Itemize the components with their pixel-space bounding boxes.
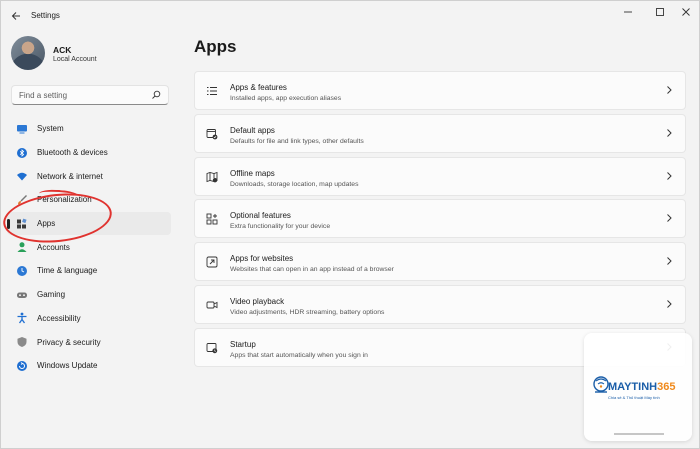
chevron-right-icon [665, 256, 673, 268]
apps-icon [16, 218, 28, 230]
sidebar-item-label: Personalization [37, 195, 92, 205]
watermark-brand-a: MAYTINH [608, 381, 658, 393]
card-title: Startup [230, 339, 256, 349]
controller-icon [16, 289, 28, 301]
watermark-brand: MAYTINH365 [608, 381, 675, 393]
sidebar-item-apps[interactable]: Apps [7, 211, 171, 236]
search-icon[interactable] [151, 90, 161, 102]
default-apps-icon [205, 127, 219, 141]
chevron-right-icon [665, 128, 673, 140]
sidebar-item-label: Accounts [37, 242, 70, 252]
sidebar-item-gaming[interactable]: Gaming [7, 283, 171, 307]
close-icon [682, 8, 690, 16]
sidebar-item-label: Windows Update [37, 361, 98, 371]
card-description: Extra functionality for your device [230, 223, 331, 231]
account-type: Local Account [53, 56, 97, 63]
card-offline-maps[interactable]: Offline maps Downloads, storage location… [194, 156, 686, 196]
accessibility-icon [16, 312, 28, 324]
grid-plus-icon [205, 212, 219, 226]
settings-window: Settings ACK Local Account System [0, 0, 700, 449]
sidebar-item-label: Gaming [37, 290, 66, 300]
sidebar-item-accessibility[interactable]: Accessibility [7, 307, 171, 331]
search-input[interactable] [19, 90, 149, 100]
card-description: Defaults for file and link types, other … [230, 137, 364, 145]
sidebar-nav: System Bluetooth & devices Network & int… [7, 117, 171, 378]
page-title: Apps [194, 37, 237, 56]
shield-icon [16, 336, 28, 348]
update-icon [16, 360, 28, 372]
chevron-right-icon [665, 213, 673, 225]
card-default-apps[interactable]: Default apps Defaults for file and link … [194, 113, 686, 153]
user-name: ACK [53, 45, 72, 55]
brush-icon [16, 194, 28, 206]
sidebar-item-label: System [37, 124, 64, 134]
search-box[interactable] [11, 85, 169, 105]
chevron-right-icon [665, 85, 673, 97]
chevron-right-icon [665, 171, 673, 183]
card-description: Installed apps, app execution aliases [230, 95, 342, 102]
watermark-footer-line [614, 433, 664, 435]
card-description: Video adjustments, HDR streaming, batter… [230, 308, 385, 316]
map-icon [205, 170, 219, 184]
sidebar-item-label: Bluetooth & devices [37, 148, 108, 158]
card-video-playback[interactable]: Video playback Video adjustments, HDR st… [194, 284, 686, 324]
minimize-icon [624, 11, 632, 13]
video-icon [205, 298, 219, 312]
sidebar-item-label: Network & internet [37, 171, 103, 181]
sidebar-item-label: Accessibility [37, 313, 81, 323]
chevron-right-icon [665, 299, 673, 311]
card-title: Apps & features [230, 83, 287, 92]
title-bar: Settings [1, 1, 699, 31]
sidebar-item-system[interactable]: System [7, 117, 171, 141]
sidebar-item-bluetooth[interactable]: Bluetooth & devices [7, 141, 171, 165]
sidebar-item-privacy-security[interactable]: Privacy & security [7, 330, 171, 354]
card-apps-features[interactable]: Apps & features Installed apps, app exec… [194, 71, 686, 110]
maximize-icon [656, 8, 664, 16]
wifi-icon [16, 170, 28, 182]
settings-cards: Apps & features Installed apps, app exec… [194, 71, 686, 371]
card-description: Downloads, storage location, map updates [230, 180, 359, 188]
globe-clock-icon [16, 265, 28, 277]
card-title: Video playback [230, 296, 285, 306]
sidebar-item-label: Apps [37, 219, 56, 229]
open-in-app-icon [205, 255, 219, 269]
monitor-icon [16, 123, 28, 135]
sidebar-item-label: Time & language [37, 266, 98, 276]
sidebar-item-accounts[interactable]: Accounts [7, 235, 171, 259]
sidebar-item-network[interactable]: Network & internet [7, 164, 171, 188]
card-description: Apps that start automatically when you s… [230, 351, 368, 359]
sidebar-item-windows-update[interactable]: Windows Update [7, 354, 171, 378]
card-description: Websites that can open in an app instead… [230, 266, 394, 274]
startup-icon [205, 341, 219, 355]
bluetooth-icon [16, 147, 28, 159]
sidebar-item-time-language[interactable]: Time & language [7, 259, 171, 283]
back-arrow-icon[interactable] [9, 9, 23, 23]
card-apps-for-websites[interactable]: Apps for websites Websites that can open… [194, 242, 686, 282]
card-optional-features[interactable]: Optional features Extra functionality fo… [194, 199, 686, 239]
sidebar-item-label: Privacy & security [37, 337, 101, 347]
card-title: Offline maps [230, 168, 275, 178]
window-title: Settings [31, 11, 60, 20]
close-button[interactable] [669, 1, 700, 23]
list-icon [205, 84, 219, 98]
minimize-button[interactable] [611, 1, 645, 23]
watermark-logo: MAYTINH365 Chia sẻ & Thủ thuật Máy tính [584, 333, 692, 441]
card-title: Apps for websites [230, 254, 294, 264]
sidebar-item-personalization[interactable]: Personalization [7, 188, 171, 212]
watermark-tagline: Chia sẻ & Thủ thuật Máy tính [608, 395, 660, 400]
avatar[interactable] [11, 36, 45, 70]
card-title: Default apps [230, 125, 275, 135]
person-icon [16, 241, 28, 253]
card-title: Optional features [230, 211, 291, 221]
watermark-brand-b: 365 [657, 381, 676, 393]
